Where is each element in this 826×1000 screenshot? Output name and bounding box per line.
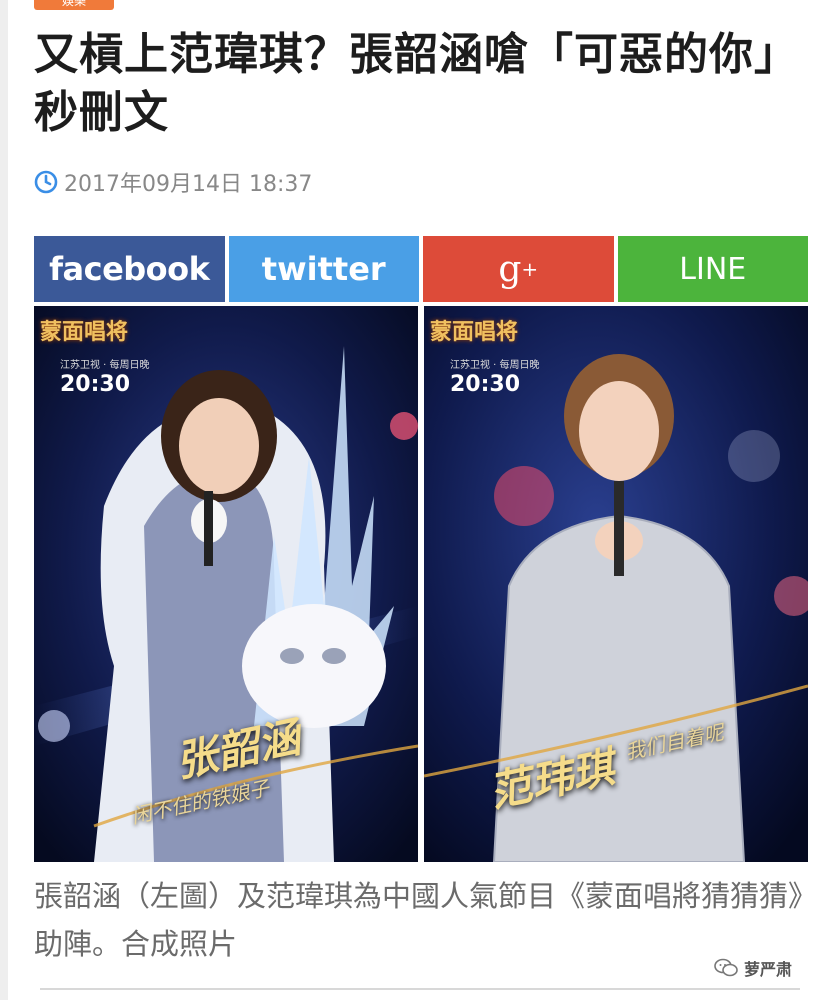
twitter-share-button[interactable]: twitter <box>228 236 419 302</box>
show-channel-right: 江苏卫视 · 每周日晚 <box>450 360 540 371</box>
show-logo-left: 蒙面唱将 <box>40 319 129 345</box>
category-tag[interactable]: 娛樂 <box>34 0 114 10</box>
clock-icon <box>34 170 58 194</box>
show-time-right: 20:30 <box>450 372 521 397</box>
google-plus-label: g <box>498 248 522 290</box>
line-share-button[interactable]: LINE <box>617 236 808 302</box>
show-logo-right: 蒙面唱将 <box>430 319 519 345</box>
left-rail <box>0 0 8 1000</box>
facebook-share-button[interactable]: facebook <box>34 236 225 302</box>
share-bar: facebook twitter g + LINE <box>34 236 808 302</box>
composite-photo: 蒙面唱将 江苏卫视 · 每周日晚 20:30 张韶涵 闲不住的铁娘子 蒙面唱将 … <box>34 306 808 862</box>
twitter-label: twitter <box>261 250 386 288</box>
wechat-watermark: 萝严肃 <box>714 956 792 980</box>
publish-date: 2017年09月14日 18:37 <box>34 168 313 197</box>
watermark-text: 萝严肃 <box>744 960 793 979</box>
article-title: 又槓上范瑋琪？張韶涵嗆「可惡的你」秒刪文 <box>34 29 799 138</box>
divider <box>40 988 800 990</box>
show-time-left: 20:30 <box>60 372 131 397</box>
facebook-label: facebook <box>49 250 210 288</box>
category-label: 娛樂 <box>61 0 86 8</box>
photo-right: 蒙面唱将 江苏卫视 · 每周日晚 20:30 范玮琪 我们自着呢 <box>424 306 808 862</box>
line-label: LINE <box>679 251 747 287</box>
photo-left: 蒙面唱将 江苏卫视 · 每周日晚 20:30 张韶涵 闲不住的铁娘子 <box>34 306 418 862</box>
wechat-icon <box>714 958 738 977</box>
google-plus-share-button[interactable]: g + <box>423 236 614 302</box>
show-channel-left: 江苏卫视 · 每周日晚 <box>60 360 150 371</box>
google-plus-sup: + <box>521 257 539 281</box>
date-text: 2017年09月14日 18:37 <box>64 172 313 197</box>
photo-caption: 張韶涵（左圖）及范瑋琪為中國人氣節目《蒙面唱將猜猜猜》助陣。合成照片 <box>34 879 803 961</box>
